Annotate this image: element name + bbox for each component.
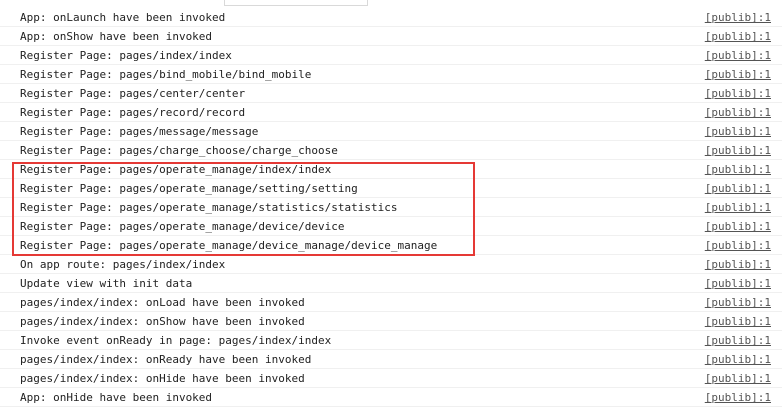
log-message: Register Page: pages/operate_manage/stat…: [20, 201, 398, 214]
log-message: Register Page: pages/message/message: [20, 125, 259, 138]
log-message: Register Page: pages/charge_choose/charg…: [20, 144, 338, 157]
console-filter-tab[interactable]: [224, 0, 368, 6]
log-source-link[interactable]: [publib]:1: [705, 103, 771, 122]
console-log-row: Register Page: pages/index/index [publib]…: [0, 46, 782, 65]
log-message: Register Page: pages/operate_manage/devi…: [20, 239, 438, 252]
log-source-link[interactable]: [publib]:1: [705, 122, 771, 141]
log-source-link[interactable]: [publib]:1: [705, 217, 771, 236]
console-log-row: pages/index/index: onShow have been invo…: [0, 312, 782, 331]
console-log-row: Register Page: pages/bind_mobile/bind_mo…: [0, 65, 782, 84]
log-source-link[interactable]: [publib]:1: [705, 84, 771, 103]
console-log-list: App: onLaunch have been invoked [publib]:…: [0, 8, 782, 407]
console-log-row: Register Page: pages/operate_manage/devi…: [0, 217, 782, 236]
console-log-row: App: onHide have been invoked [publib]:1: [0, 388, 782, 407]
log-message: App: onLaunch have been invoked: [20, 11, 226, 24]
log-message: pages/index/index: onLoad have been invo…: [20, 296, 305, 309]
log-message: Register Page: pages/operate_manage/sett…: [20, 182, 358, 195]
log-message: Invoke event onReady in page: pages/inde…: [20, 334, 332, 347]
log-message: Register Page: pages/bind_mobile/bind_mo…: [20, 68, 312, 81]
console-log-row: Register Page: pages/operate_manage/sett…: [0, 179, 782, 198]
log-message: Register Page: pages/center/center: [20, 87, 246, 100]
log-source-link[interactable]: [publib]:1: [705, 46, 771, 65]
log-source-link[interactable]: [publib]:1: [705, 255, 771, 274]
log-source-link[interactable]: [publib]:1: [705, 65, 771, 84]
log-source-link[interactable]: [publib]:1: [705, 350, 771, 369]
log-source-link[interactable]: [publib]:1: [705, 141, 771, 160]
log-message: App: onHide have been invoked: [20, 391, 213, 404]
console-log-row: App: onLaunch have been invoked [publib]:…: [0, 8, 782, 27]
log-source-link[interactable]: [publib]:1: [705, 179, 771, 198]
log-source-link[interactable]: [publib]:1: [705, 198, 771, 217]
console-log-row: pages/index/index: onLoad have been invo…: [0, 293, 782, 312]
log-source-link[interactable]: [publib]:1: [705, 312, 771, 331]
console-log-row: Register Page: pages/operate_manage/stat…: [0, 198, 782, 217]
log-message: Register Page: pages/record/record: [20, 106, 246, 119]
console-log-row: Register Page: pages/operate_manage/inde…: [0, 160, 782, 179]
log-message: pages/index/index: onHide have been invo…: [20, 372, 305, 385]
log-message: Update view with init data: [20, 277, 193, 290]
log-source-link[interactable]: [publib]:1: [705, 236, 771, 255]
log-message: Register Page: pages/index/index: [20, 49, 232, 62]
log-source-link[interactable]: [publib]:1: [705, 8, 771, 27]
console-log-row: pages/index/index: onHide have been invo…: [0, 369, 782, 388]
console-log-row: Register Page: pages/operate_manage/devi…: [0, 236, 782, 255]
console-log-row: App: onShow have been invoked [publib]:1: [0, 27, 782, 46]
console-log-row: Register Page: pages/center/center [publi…: [0, 84, 782, 103]
log-message: On app route: pages/index/index: [20, 258, 226, 271]
console-log-row: On app route: pages/index/index [publib]:…: [0, 255, 782, 274]
console-log-row: Register Page: pages/record/record [publi…: [0, 103, 782, 122]
console-log-row: Register Page: pages/message/message [pub…: [0, 122, 782, 141]
log-source-link[interactable]: [publib]:1: [705, 293, 771, 312]
log-source-link[interactable]: [publib]:1: [705, 160, 771, 179]
log-message: Register Page: pages/operate_manage/inde…: [20, 163, 332, 176]
console-log-row: Register Page: pages/charge_choose/charg…: [0, 141, 782, 160]
log-message: App: onShow have been invoked: [20, 30, 213, 43]
console-log-row: pages/index/index: onReady have been inv…: [0, 350, 782, 369]
log-message: Register Page: pages/operate_manage/devi…: [20, 220, 345, 233]
log-source-link[interactable]: [publib]:1: [705, 274, 771, 293]
log-source-link[interactable]: [publib]:1: [705, 27, 771, 46]
console-log-row: Update view with init data [publib]:1: [0, 274, 782, 293]
log-source-link[interactable]: [publib]:1: [705, 369, 771, 388]
log-source-link[interactable]: [publib]:1: [705, 388, 771, 407]
console-top-strip: [0, 0, 782, 6]
console-log-row: Invoke event onReady in page: pages/inde…: [0, 331, 782, 350]
log-message: pages/index/index: onShow have been invo…: [20, 315, 305, 328]
log-source-link[interactable]: [publib]:1: [705, 331, 771, 350]
log-message: pages/index/index: onReady have been inv…: [20, 353, 312, 366]
